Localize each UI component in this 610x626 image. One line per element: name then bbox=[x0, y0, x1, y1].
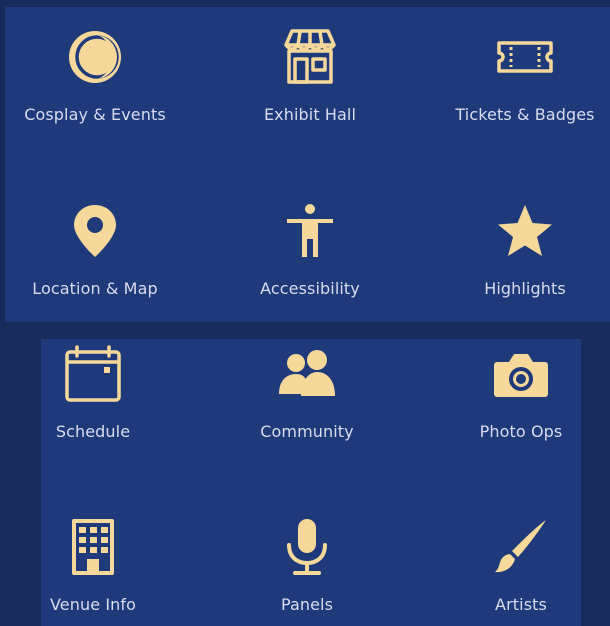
users-icon bbox=[275, 342, 339, 406]
menu-item-label: Venue Info bbox=[49, 595, 137, 614]
menu-item-tickets-badges[interactable]: Tickets & Badges bbox=[435, 25, 610, 124]
menu-item-label: Artists bbox=[495, 595, 547, 614]
menu-item-label: Exhibit Hall bbox=[263, 105, 357, 124]
menu-item-label: Cosplay & Events bbox=[24, 105, 166, 124]
menu-item-panels[interactable]: Panels bbox=[217, 515, 397, 614]
menu-item-label: Photo Ops bbox=[479, 422, 563, 441]
microphone-icon bbox=[275, 515, 339, 579]
menu-item-location-map[interactable]: Location & Map bbox=[5, 199, 185, 298]
menu-item-photo-ops[interactable]: Photo Ops bbox=[431, 342, 610, 441]
camera-icon bbox=[489, 342, 553, 406]
map-pin-icon bbox=[63, 199, 127, 263]
menu-item-label: Highlights bbox=[484, 279, 566, 298]
menu-item-highlights[interactable]: Highlights bbox=[435, 199, 610, 298]
ticket-icon bbox=[493, 25, 557, 89]
building-icon bbox=[61, 515, 125, 579]
moon-icon bbox=[63, 25, 127, 89]
menu-item-label: Panels bbox=[280, 595, 334, 614]
menu-item-community[interactable]: Community bbox=[217, 342, 397, 441]
menu-item-accessibility[interactable]: Accessibility bbox=[220, 199, 400, 298]
menu-item-artists[interactable]: Artists bbox=[431, 515, 610, 614]
menu-item-label: Accessibility bbox=[260, 279, 360, 298]
menu-item-label: Tickets & Badges bbox=[455, 105, 595, 124]
menu-item-label: Location & Map bbox=[32, 279, 158, 298]
calendar-icon bbox=[61, 342, 125, 406]
accessibility-icon bbox=[278, 199, 342, 263]
menu-item-label: Community bbox=[260, 422, 354, 441]
paintbrush-icon bbox=[489, 515, 553, 579]
menu-item-cosplay-events[interactable]: Cosplay & Events bbox=[5, 25, 185, 124]
menu-item-schedule[interactable]: Schedule bbox=[3, 342, 183, 441]
star-icon bbox=[493, 199, 557, 263]
storefront-icon bbox=[278, 25, 342, 89]
menu-item-label: Schedule bbox=[55, 422, 131, 441]
menu-item-exhibit-hall[interactable]: Exhibit Hall bbox=[220, 25, 400, 124]
menu-item-venue-info[interactable]: Venue Info bbox=[3, 515, 183, 614]
